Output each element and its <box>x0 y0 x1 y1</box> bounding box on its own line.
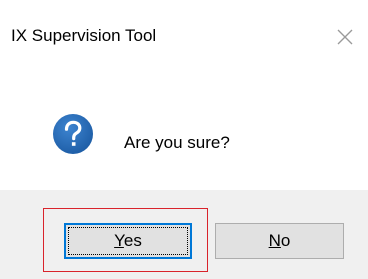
window-title: IX Supervision Tool <box>11 26 157 45</box>
no-mnemonic: N <box>268 231 281 250</box>
no-button-label: No <box>269 231 291 251</box>
yes-label-rest: es <box>123 231 142 250</box>
button-bar: Yes No <box>0 190 368 279</box>
no-label-rest: o <box>280 231 291 250</box>
close-icon <box>337 29 353 45</box>
no-button[interactable]: No <box>215 223 344 259</box>
dialog-body: Are you sure? <box>0 70 368 190</box>
yes-mnemonic: Y <box>114 231 124 250</box>
question-icon <box>52 113 94 155</box>
title-bar: IX Supervision Tool <box>0 0 368 70</box>
message-dialog: IX Supervision Tool Are you sure? Yes No <box>0 0 368 279</box>
yes-button[interactable]: Yes <box>64 223 192 259</box>
message-text: Are you sure? <box>124 133 230 152</box>
close-button[interactable] <box>328 22 362 52</box>
yes-button-label: Yes <box>114 231 142 251</box>
